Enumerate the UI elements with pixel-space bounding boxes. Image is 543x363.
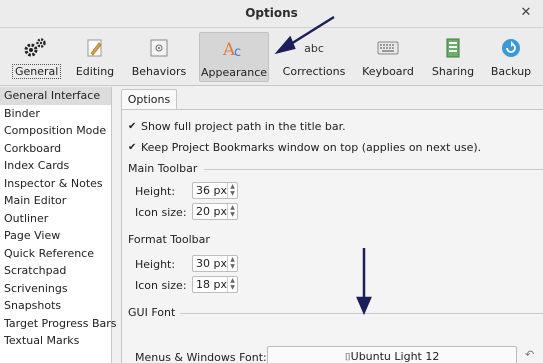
svg-text:c: c bbox=[234, 45, 241, 60]
group-divider bbox=[180, 313, 543, 314]
category-list: General Interface Binder Composition Mod… bbox=[0, 87, 117, 363]
sidebar-item-page-view[interactable]: Page View bbox=[0, 227, 111, 245]
toolbar-editing[interactable]: Editing bbox=[72, 32, 118, 82]
format-toolbar-group-title: Format Toolbar bbox=[128, 233, 210, 246]
show-project-path-label: Show full project path in the title bar. bbox=[141, 120, 346, 133]
main-toolbar-icon-size-value: 20 px bbox=[196, 205, 227, 218]
toolbar-backup-label: Backup bbox=[490, 65, 532, 78]
toolbar-keyboard[interactable]: Keyboard bbox=[358, 32, 418, 82]
tab-options[interactable]: Options bbox=[121, 89, 177, 110]
toolbar-sharing[interactable]: Sharing bbox=[428, 32, 478, 82]
sidebar-item-snapshots[interactable]: Snapshots bbox=[0, 297, 111, 315]
options-pane: Options ✔ Show full project path in the … bbox=[113, 87, 543, 363]
toolbar-general[interactable]: General bbox=[12, 32, 62, 82]
toolbar-behaviors-label: Behaviors bbox=[131, 65, 187, 78]
title-bar: Options ✕ bbox=[0, 0, 543, 28]
sidebar-item-corkboard[interactable]: Corkboard bbox=[0, 140, 111, 158]
toolbar-corrections-label: Corrections bbox=[282, 65, 346, 78]
format-toolbar-height-value: 30 px bbox=[196, 257, 227, 270]
pencil-icon bbox=[72, 36, 118, 60]
group-divider bbox=[204, 169, 543, 170]
toolbar-editing-label: Editing bbox=[75, 65, 115, 78]
sidebar-item-binder[interactable]: Binder bbox=[0, 105, 111, 123]
font-picker-button[interactable]: ⌷Ubuntu Light 12 bbox=[267, 346, 517, 363]
toolbar-general-label: General bbox=[12, 64, 62, 79]
spinner-arrows-icon[interactable]: ▲ ▼ bbox=[227, 183, 237, 198]
options-panel: ✔ Show full project path in the title ba… bbox=[121, 109, 543, 363]
sidebar-item-textual-marks[interactable]: Textual Marks bbox=[0, 332, 111, 350]
sidebar-item-scratchpad[interactable]: Scratchpad bbox=[0, 262, 111, 280]
sidebar-item-quick-reference[interactable]: Quick Reference bbox=[0, 245, 111, 263]
toolbar-behaviors[interactable]: Behaviors bbox=[130, 32, 188, 82]
main-toolbar-icon-size-spinbox[interactable]: 20 px ▲ ▼ bbox=[192, 203, 238, 220]
toolbar-keyboard-label: Keyboard bbox=[362, 65, 414, 78]
toolbar-appearance[interactable]: A c Appearance bbox=[199, 32, 269, 82]
window-title: Options bbox=[245, 6, 298, 20]
sidebar-item-target-progress-bars[interactable]: Target Progress Bars bbox=[0, 315, 117, 333]
behaviors-icon bbox=[130, 36, 188, 60]
toolbar-sharing-label: Sharing bbox=[431, 65, 475, 78]
gui-font-group-title: GUI Font bbox=[128, 306, 176, 319]
sidebar-item-general-interface[interactable]: General Interface bbox=[0, 87, 111, 105]
toolbar-corrections[interactable]: abc Corrections bbox=[282, 32, 346, 82]
checkmark-icon: ✔ bbox=[128, 142, 137, 153]
menus-windows-font-label: Menus & Windows Font: bbox=[135, 351, 267, 363]
format-toolbar-icon-size-label: Icon size: bbox=[135, 279, 187, 292]
sharing-icon bbox=[428, 36, 478, 60]
format-toolbar-height-spinbox[interactable]: 30 px ▲ ▼ bbox=[192, 255, 238, 272]
close-icon[interactable]: ✕ bbox=[517, 4, 535, 22]
preferences-toolbar: General Editing Behaviors A c Appearance… bbox=[0, 28, 543, 86]
sidebar-item-main-editor[interactable]: Main Editor bbox=[0, 192, 111, 210]
spinner-arrows-icon[interactable]: ▲ ▼ bbox=[227, 256, 237, 271]
bookmarks-on-top-label: Keep Project Bookmarks window on top (ap… bbox=[141, 141, 482, 154]
backup-icon bbox=[488, 36, 534, 60]
keyboard-icon bbox=[358, 36, 418, 60]
checkmark-icon: ✔ bbox=[128, 121, 137, 132]
spinner-arrows-icon[interactable]: ▲ ▼ bbox=[227, 204, 237, 219]
sidebar-item-index-cards[interactable]: Index Cards bbox=[0, 157, 111, 175]
reset-icon[interactable]: ↶ bbox=[525, 348, 534, 361]
main-toolbar-height-label: Height: bbox=[135, 185, 176, 198]
main-toolbar-height-spinbox[interactable]: 36 px ▲ ▼ bbox=[192, 182, 238, 199]
sidebar-item-scrivenings[interactable]: Scrivenings bbox=[0, 280, 111, 298]
toolbar-appearance-label: Appearance bbox=[200, 66, 268, 79]
sidebar-item-outliner[interactable]: Outliner bbox=[0, 210, 111, 228]
abc-icon: abc bbox=[282, 36, 346, 60]
bookmarks-on-top-checkbox[interactable]: ✔ Keep Project Bookmarks window on top (… bbox=[128, 141, 481, 154]
format-toolbar-height-label: Height: bbox=[135, 258, 176, 271]
main-toolbar-group-title: Main Toolbar bbox=[128, 162, 198, 175]
toolbar-backup[interactable]: Backup bbox=[488, 32, 534, 82]
appearance-icon: A c bbox=[200, 37, 268, 61]
format-toolbar-icon-size-value: 18 px bbox=[196, 278, 227, 291]
show-project-path-checkbox[interactable]: ✔ Show full project path in the title ba… bbox=[128, 120, 346, 133]
gears-icon bbox=[12, 36, 58, 60]
sidebar-item-composition-mode[interactable]: Composition Mode bbox=[0, 122, 111, 140]
abc-icon-text: abc bbox=[304, 41, 324, 55]
sidebar-item-inspector-notes[interactable]: Inspector & Notes bbox=[0, 175, 111, 193]
spinner-arrows-icon[interactable]: ▲ ▼ bbox=[227, 277, 237, 292]
font-picker-value: Ubuntu Light 12 bbox=[350, 350, 440, 363]
main-toolbar-icon-size-label: Icon size: bbox=[135, 206, 187, 219]
format-toolbar-icon-size-spinbox[interactable]: 18 px ▲ ▼ bbox=[192, 276, 238, 293]
main-toolbar-height-value: 36 px bbox=[196, 184, 227, 197]
